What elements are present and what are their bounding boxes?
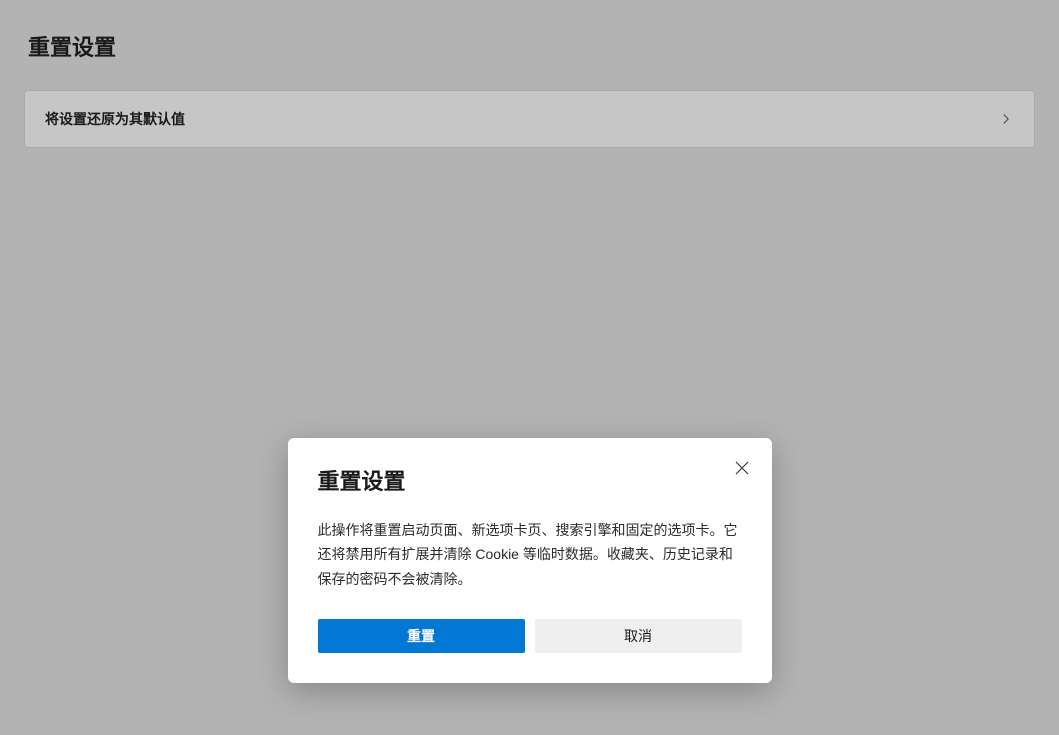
dialog-body-text: 此操作将重置启动页面、新选项卡页、搜索引擎和固定的选项卡。它还将禁用所有扩展并清… [318,518,742,592]
chevron-right-icon [998,111,1014,127]
restore-defaults-row[interactable]: 将设置还原为其默认值 [24,90,1035,148]
close-icon [734,460,750,476]
reset-button[interactable]: 重置 [318,619,525,653]
restore-defaults-label: 将设置还原为其默认值 [45,109,185,129]
dialog-title: 重置设置 [318,464,742,496]
reset-dialog: 重置设置 此操作将重置启动页面、新选项卡页、搜索引擎和固定的选项卡。它还将禁用所… [288,438,772,684]
page-title: 重置设置 [0,0,1059,62]
dialog-actions: 重置 取消 [318,619,742,653]
cancel-button[interactable]: 取消 [535,619,742,653]
close-button[interactable] [726,452,758,484]
